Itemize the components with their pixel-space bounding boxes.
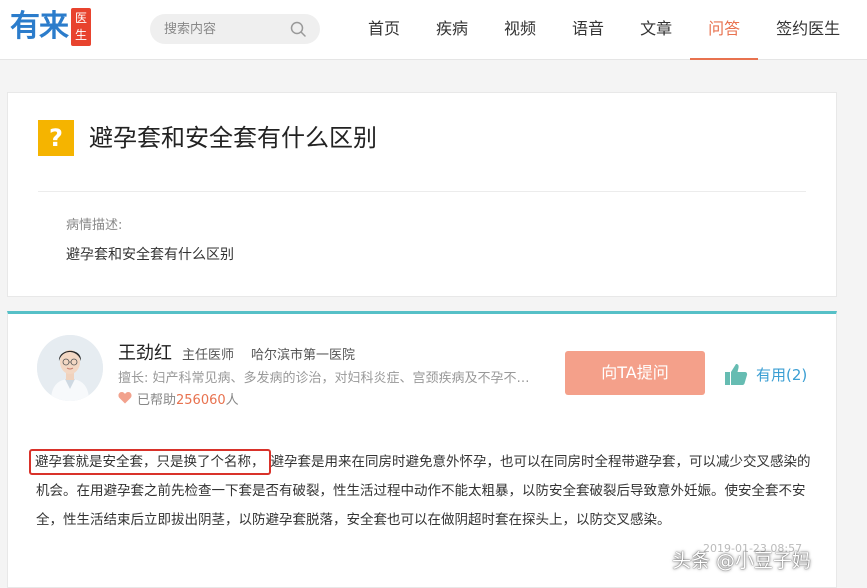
description-text: 避孕套和安全套有什么区别 — [66, 247, 234, 263]
doctor-specialty: 擅长: 妇产科常见病、多发病的诊治，对妇科炎症、宫颈疾病及不孕不育等有丰富经验 — [118, 371, 538, 386]
heart-icon — [118, 392, 132, 404]
question-mark-icon: ? — [38, 120, 74, 156]
search-icon[interactable] — [290, 21, 306, 37]
site-logo[interactable]: 有来 医生 — [10, 8, 91, 46]
search-box — [150, 14, 320, 44]
doctor-title: 主任医师 — [182, 348, 235, 363]
nav-item-audio[interactable]: 语音 — [554, 0, 622, 60]
highlighted-answer-phrase: 避孕套就是安全套，只是换了个名称， — [29, 449, 271, 475]
watermark-text: 头条 @小豆子妈 — [672, 550, 812, 572]
answer-text: 避孕套就是安全套，只是换了个名称， 避孕套是用来在同房时避免意外怀孕，也可以在同房… — [29, 448, 812, 535]
description-label: 病情描述: — [66, 218, 123, 233]
divider — [38, 191, 806, 192]
nav-item-diseases[interactable]: 疾病 — [418, 0, 486, 60]
nav-item-qa[interactable]: 问答 — [690, 0, 759, 60]
helped-number: 256060 — [176, 393, 226, 408]
nav-item-articles[interactable]: 文章 — [622, 0, 690, 60]
search-input[interactable] — [164, 19, 284, 39]
question-title: 避孕套和安全套有什么区别 — [89, 124, 377, 152]
doctor-portrait-icon — [37, 335, 103, 401]
doctor-hospital[interactable]: 哈尔滨市第一医院 — [251, 344, 355, 363]
useful-button[interactable]: 有用(2) — [724, 361, 807, 387]
logo-badge: 医生 — [71, 8, 91, 46]
nav-item-videos[interactable]: 视频 — [486, 0, 554, 60]
helped-suffix: 人 — [225, 393, 239, 408]
nav-item-home[interactable]: 首页 — [350, 0, 418, 60]
doctor-name[interactable]: 王劲红 — [118, 339, 172, 365]
main-nav: 首页 疾病 视频 语音 文章 问答 签约医生 — [350, 0, 858, 60]
site-header: 有来 医生 首页 疾病 视频 语音 文章 问答 签约医生 — [0, 0, 867, 60]
doctor-avatar[interactable] — [37, 335, 103, 401]
ask-doctor-button[interactable]: 向TA提问 — [565, 351, 705, 395]
helped-prefix: 已帮助 — [137, 393, 177, 408]
question-card: ? 避孕套和安全套有什么区别 病情描述: 避孕套和安全套有什么区别 — [7, 92, 837, 297]
thumbs-up-icon — [725, 364, 748, 385]
useful-label: 有用(2) — [756, 365, 808, 384]
logo-text: 有来 — [10, 9, 69, 44]
helped-count: 已帮助256060人 — [137, 389, 239, 408]
nav-item-signed-doctors[interactable]: 签约医生 — [758, 0, 858, 60]
